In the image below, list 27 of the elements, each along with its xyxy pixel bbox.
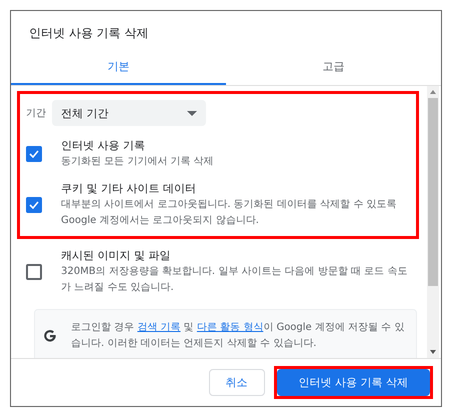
delete-button[interactable]: 인터넷 사용 기록 삭제 <box>276 369 430 396</box>
tab[interactable]: 고급 <box>226 51 441 85</box>
info-text: 로그인할 경우 검색 기록 및 다른 활동 형식 이 Google 계정에 저장될 수 있습니다. 이러한 데이터는 언제든지 삭제할 수 있습니다. <box>71 321 406 351</box>
option-title: 쿠키 및 기타 사이트 데이터 <box>61 181 197 197</box>
period-label: 기간 <box>26 107 47 120</box>
checkbox[interactable] <box>26 264 42 280</box>
period-dropdown[interactable]: 전체 기간 <box>52 100 206 126</box>
scroll-up-icon[interactable] <box>430 90 436 94</box>
option-description: 대부분의 사이트에서 로그아웃됩니다. 동기화된 데이터를 삭제할 수 있도록 Google 계정에서는 로그아웃되지 않습니다. <box>61 198 398 228</box>
checkbox[interactable] <box>26 196 42 212</box>
link[interactable]: 다른 활동 형식 <box>196 322 264 333</box>
scroll-down-icon[interactable] <box>430 350 436 354</box>
checkbox[interactable] <box>26 146 42 162</box>
option-title: 캐시된 이미지 및 파일 <box>61 248 172 264</box>
link[interactable]: 검색 기록 <box>137 322 181 333</box>
check-icon <box>29 200 39 208</box>
tab[interactable]: 기본 <box>11 51 226 85</box>
option-description: 320MB의 저장용량을 확보합니다. 일부 사이트는 다음에 방문할 때 로드 속도가 느려질 수도 있습니다. <box>61 265 408 295</box>
scrollbar[interactable] <box>427 86 439 358</box>
google-g-icon <box>43 329 57 343</box>
scrollbar-thumb[interactable] <box>428 98 438 286</box>
option-description: 동기화된 모든 기기에서 기록 삭제 <box>61 155 214 169</box>
cancel-button[interactable]: 취소 <box>208 369 264 396</box>
option-title: 인터넷 사용 기록 <box>61 138 146 154</box>
caret-icon <box>187 110 197 116</box>
dialog-title: 인터넷 사용 기록 삭제 <box>28 25 150 42</box>
check-icon <box>29 150 39 158</box>
